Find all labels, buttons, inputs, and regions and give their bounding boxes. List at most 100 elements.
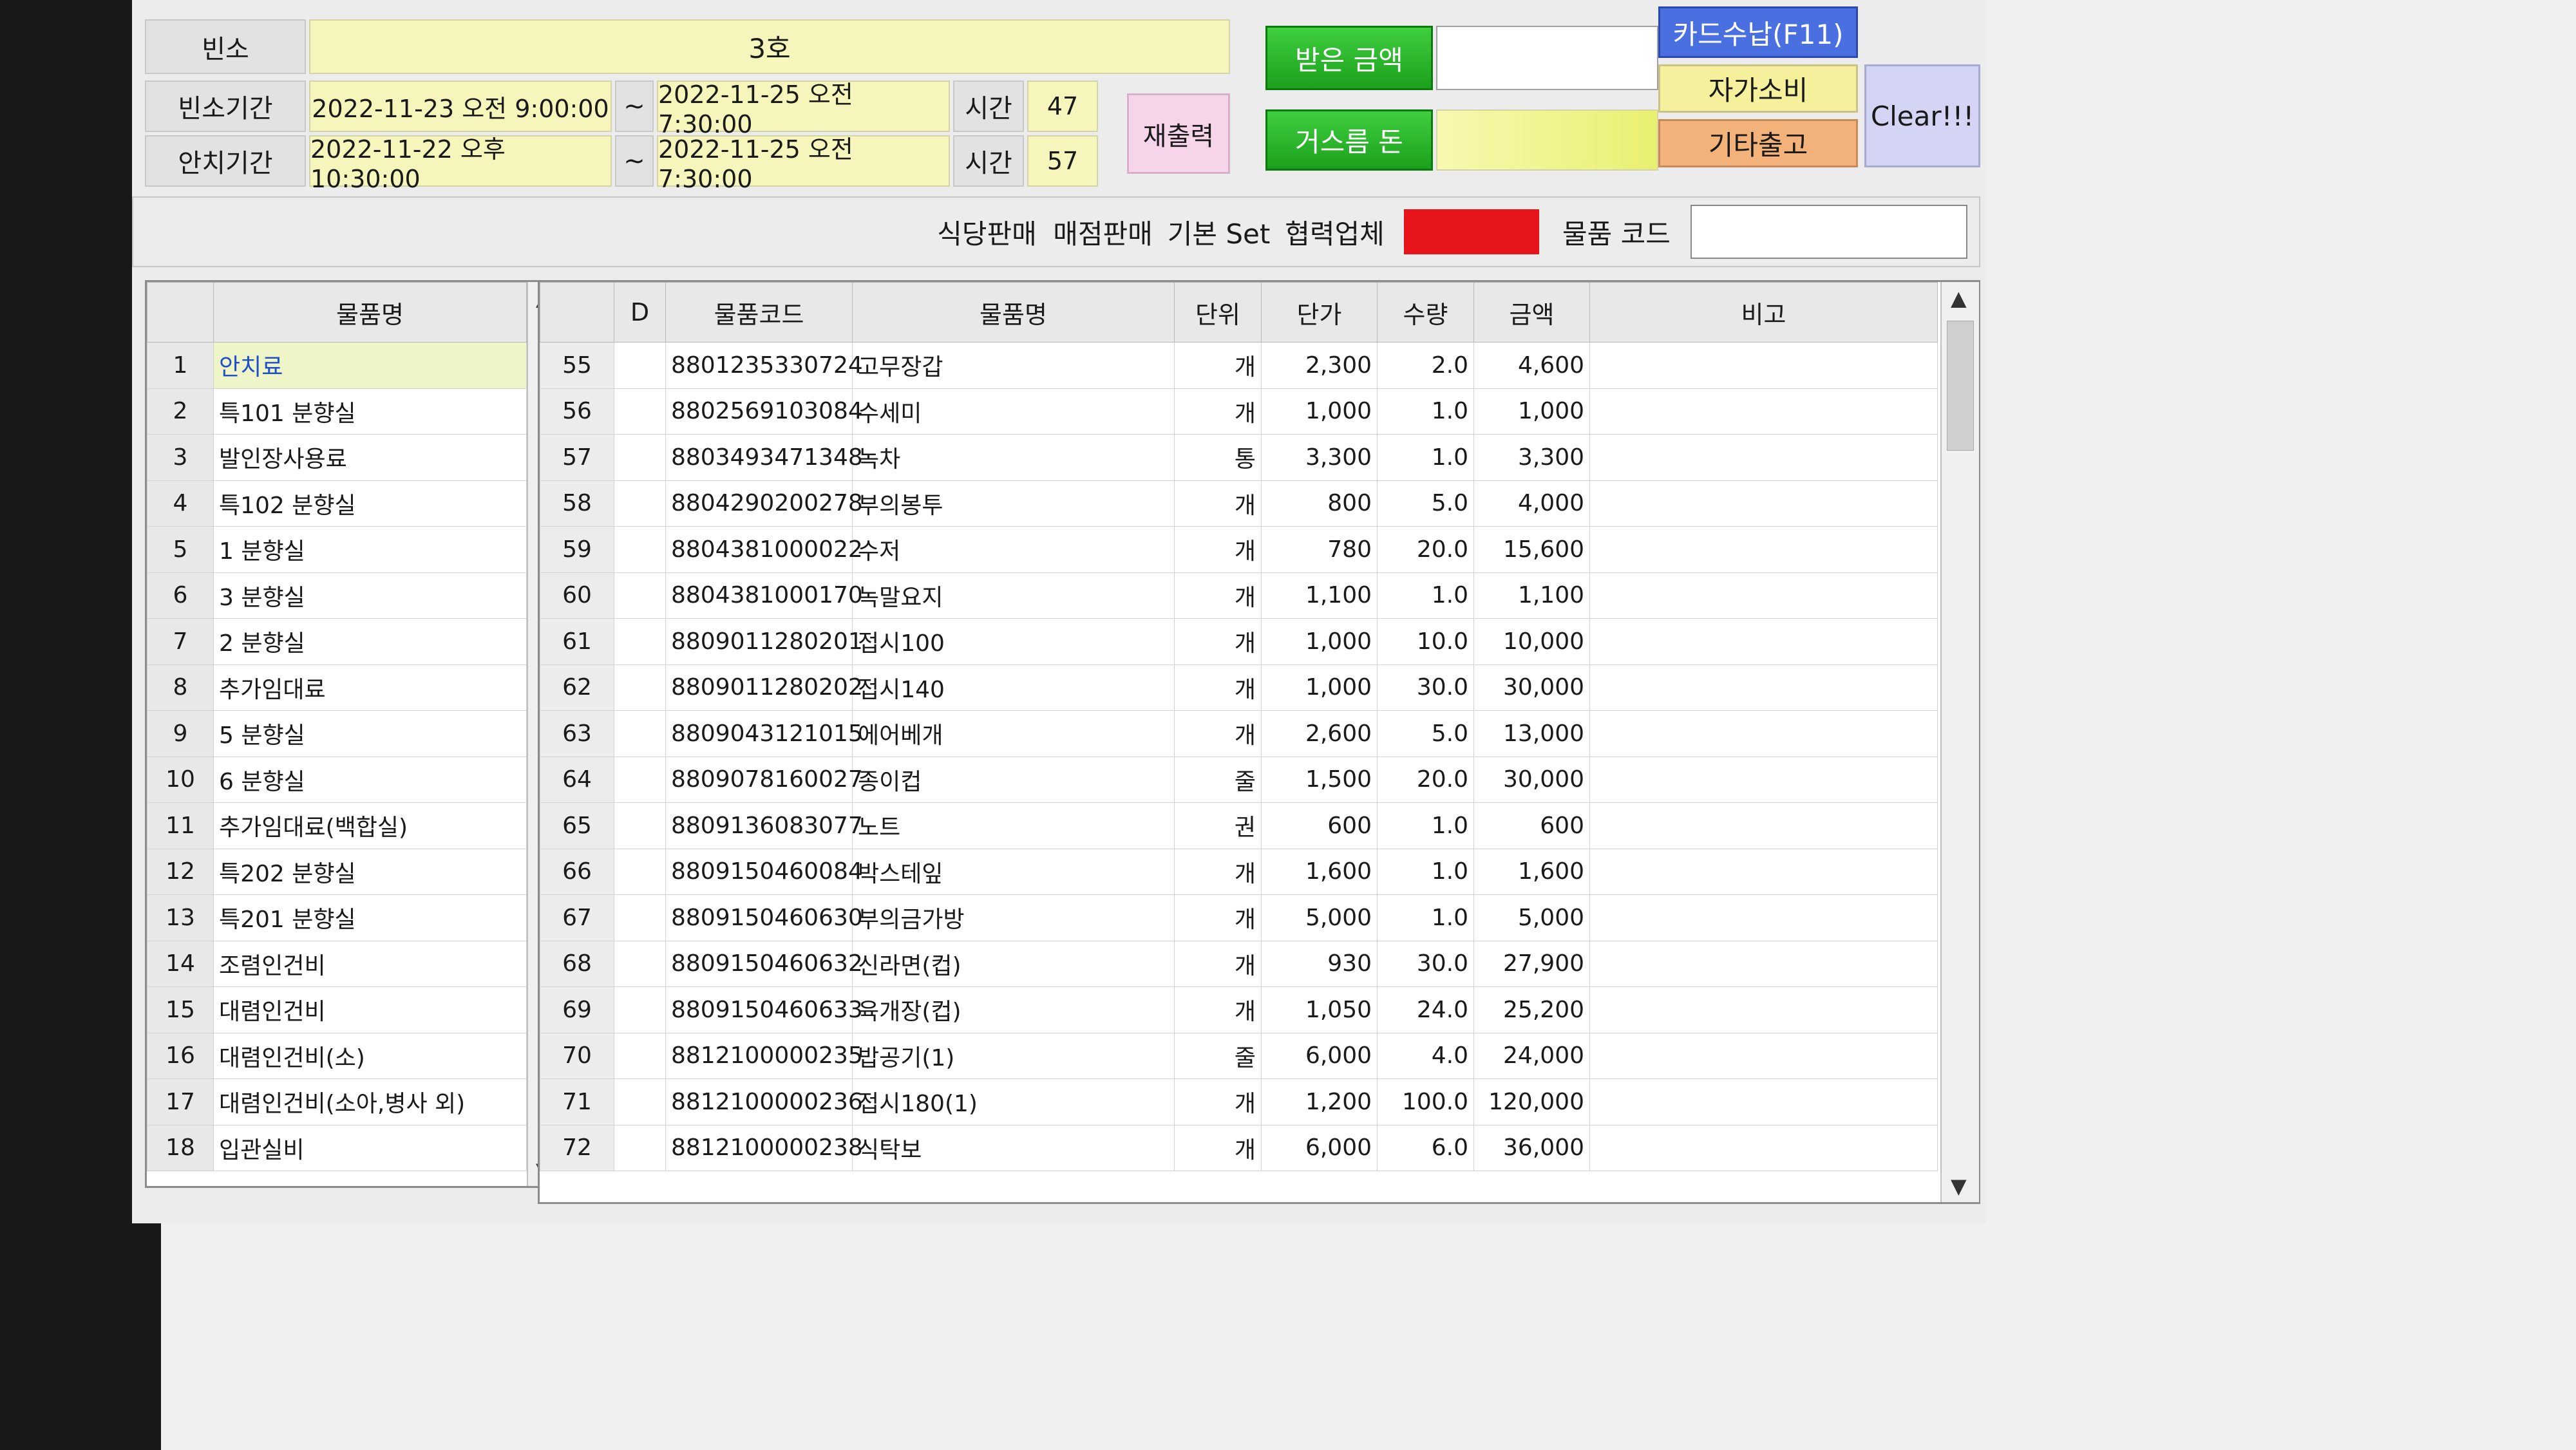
table-row[interactable]: 70 8812100000235 밥공기(1) 줄 6,000 4.0 24,000: [540, 1032, 1938, 1079]
table-row[interactable]: 62 8809011280202 접시140 개 1,000 30.0 30,000: [540, 664, 1938, 711]
quantity[interactable]: 1.0: [1377, 894, 1474, 941]
note[interactable]: [1589, 480, 1938, 527]
table-row[interactable]: 55 8801235330724 고무장갑 개 2,300 2.0 4,600: [540, 342, 1938, 389]
note[interactable]: [1589, 526, 1938, 573]
note[interactable]: [1589, 1124, 1938, 1171]
note[interactable]: [1589, 388, 1938, 435]
table-row[interactable]: 67 8809150460630 부의금가방 개 5,000 1.0 5,000: [540, 894, 1938, 941]
note[interactable]: [1589, 894, 1938, 941]
quantity[interactable]: 30.0: [1377, 940, 1474, 987]
note[interactable]: [1589, 618, 1938, 665]
quantity[interactable]: 100.0: [1377, 1078, 1474, 1125]
note[interactable]: [1589, 756, 1938, 803]
clear-button[interactable]: Clear!!!: [1864, 64, 1980, 167]
note[interactable]: [1589, 1032, 1938, 1079]
list-item[interactable]: 2 특101 분향실: [147, 388, 527, 435]
other-out-button[interactable]: 기타출고: [1658, 119, 1858, 167]
quantity[interactable]: 1.0: [1377, 802, 1474, 849]
restaurant-sales-tab[interactable]: 식당판매: [931, 206, 1043, 258]
table-row[interactable]: 61 8809011280201 접시100 개 1,000 10.0 10,000: [540, 618, 1938, 665]
item-unit: 개: [1174, 388, 1262, 435]
note[interactable]: [1589, 940, 1938, 987]
item-code-input[interactable]: [1690, 205, 1967, 259]
note[interactable]: [1589, 848, 1938, 895]
col-header-amount[interactable]: 금액: [1473, 282, 1590, 343]
quantity[interactable]: 1.0: [1377, 388, 1474, 435]
scroll-up-icon[interactable]: ▲: [1951, 286, 1967, 310]
quantity[interactable]: 1.0: [1377, 572, 1474, 619]
list-item[interactable]: 11 추가임대료(백합실): [147, 802, 527, 849]
amount: 36,000: [1473, 1124, 1590, 1171]
table-row[interactable]: 59 8804381000022 수저 개 780 20.0 15,600: [540, 526, 1938, 573]
note[interactable]: [1589, 802, 1938, 849]
col-header-name[interactable]: 물품명: [852, 282, 1175, 343]
note[interactable]: [1589, 986, 1938, 1033]
list-item[interactable]: 17 대렴인건비(소아,병사 외): [147, 1078, 527, 1125]
list-item[interactable]: 8 추가임대료: [147, 664, 527, 711]
quantity[interactable]: 2.0: [1377, 342, 1474, 389]
list-item[interactable]: 72 분향실: [147, 618, 527, 665]
quantity[interactable]: 10.0: [1377, 618, 1474, 665]
col-header-note[interactable]: 비고: [1589, 282, 1938, 343]
list-item[interactable]: 51 분향실: [147, 526, 527, 573]
table-row[interactable]: 69 8809150460633 육개장(컵) 개 1,050 24.0 25,200: [540, 986, 1938, 1033]
list-item[interactable]: 10 6 분향실: [147, 756, 527, 803]
note[interactable]: [1589, 572, 1938, 619]
quantity[interactable]: 6.0: [1377, 1124, 1474, 1171]
quantity[interactable]: 1.0: [1377, 434, 1474, 481]
table-row[interactable]: 66 8809150460084 박스테잎 개 1,600 1.0 1,600: [540, 848, 1938, 895]
col-header-qty[interactable]: 수량: [1377, 282, 1474, 343]
table-row[interactable]: 72 8812100000238 식탁보 개 6,000 6.0 36,000: [540, 1124, 1938, 1171]
note[interactable]: [1589, 1078, 1938, 1125]
basic-set-tab[interactable]: 기본 Set: [1162, 206, 1275, 258]
quantity[interactable]: 24.0: [1377, 986, 1474, 1033]
quantity[interactable]: 5.0: [1377, 710, 1474, 757]
list-item[interactable]: 1 안치료: [147, 342, 527, 389]
table-scroll-thumb[interactable]: [1947, 321, 1974, 451]
note[interactable]: [1589, 434, 1938, 481]
col-header-d[interactable]: D: [614, 282, 666, 343]
quantity[interactable]: 1.0: [1377, 848, 1474, 895]
list-item[interactable]: 12 특202 분향실: [147, 848, 527, 895]
self-use-button[interactable]: 자가소비: [1658, 64, 1858, 113]
list-item[interactable]: 4 특102 분향실: [147, 480, 527, 527]
card-payment-button[interactable]: 카드수납(F11): [1658, 6, 1858, 58]
table-row[interactable]: 64 8809078160027 종이컵 줄 1,500 20.0 30,000: [540, 756, 1938, 803]
note[interactable]: [1589, 664, 1938, 711]
table-row[interactable]: 57 8803493471348 녹차 통 3,300 1.0 3,300: [540, 434, 1938, 481]
list-item[interactable]: 63 분향실: [147, 572, 527, 619]
table-row[interactable]: 63 8809043121015 에어베개 개 2,600 5.0 13,000: [540, 710, 1938, 757]
quantity[interactable]: 20.0: [1377, 756, 1474, 803]
list-item[interactable]: 18 입관실비: [147, 1124, 527, 1171]
col-header-price[interactable]: 단가: [1261, 282, 1378, 343]
list-item[interactable]: 3 발인장사용료: [147, 434, 527, 481]
table-row[interactable]: 58 8804290200278 부의봉투 개 800 5.0 4,000: [540, 480, 1938, 527]
list-item[interactable]: 95 분향실: [147, 710, 527, 757]
list-item[interactable]: 15 대렴인건비: [147, 986, 527, 1033]
quantity[interactable]: 5.0: [1377, 480, 1474, 527]
col-header-unit[interactable]: 단위: [1174, 282, 1262, 343]
received-amount-field[interactable]: [1436, 26, 1658, 90]
col-header-code[interactable]: 물품코드: [665, 282, 853, 343]
table-row[interactable]: 60 8804381000170 녹말요지 개 1,100 1.0 1,100: [540, 572, 1938, 619]
table-row[interactable]: 65 8809136083077 노트 권 600 1.0 600: [540, 802, 1938, 849]
list-item[interactable]: 16 대렴인건비(소): [147, 1032, 527, 1079]
partner-tab[interactable]: 협력업체: [1278, 206, 1391, 258]
table-row[interactable]: 68 8809150460632 신라면(컵) 개 930 30.0 27,900: [540, 940, 1938, 987]
quantity[interactable]: 20.0: [1377, 526, 1474, 573]
amount: 1,100: [1473, 572, 1590, 619]
note[interactable]: [1589, 710, 1938, 757]
list-item[interactable]: 13 특201 분향실: [147, 894, 527, 941]
quantity[interactable]: 4.0: [1377, 1032, 1474, 1079]
amount: 120,000: [1473, 1078, 1590, 1125]
quantity[interactable]: 30.0: [1377, 664, 1474, 711]
table-row[interactable]: 71 8812100000236 접시180(1) 개 1,200 100.0 120,00…: [540, 1078, 1938, 1125]
store-sales-tab[interactable]: 매점판매: [1046, 206, 1159, 258]
table-row[interactable]: 56 8802569103084 수세미 개 1,000 1.0 1,000: [540, 388, 1938, 435]
scroll-down-icon[interactable]: ▼: [1951, 1174, 1967, 1198]
note[interactable]: [1589, 342, 1938, 389]
reprint-button[interactable]: 재출력: [1127, 93, 1230, 174]
list-item[interactable]: 14 조렴인건비: [147, 940, 527, 987]
table-scrollbar[interactable]: ▲ ▼: [1940, 282, 1979, 1202]
list-header-name[interactable]: 물품명: [213, 282, 527, 343]
